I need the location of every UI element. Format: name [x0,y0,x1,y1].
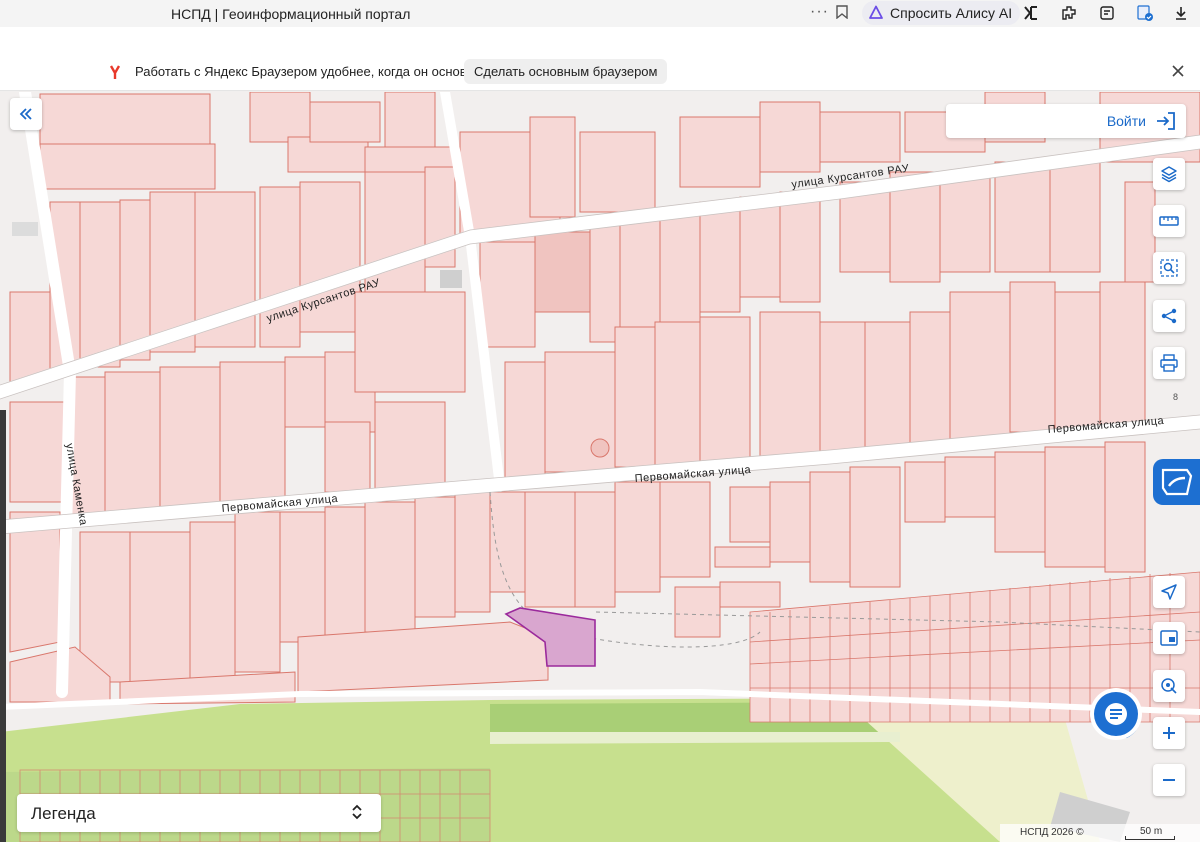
circle-structure [590,438,610,458]
page-scrollbar[interactable] [0,410,6,842]
house-number: 8 [1173,392,1178,402]
zoom-out-icon [1163,779,1175,781]
collapse-sidebar-button[interactable] [10,98,42,130]
basemap-button[interactable] [1153,622,1185,654]
login-button[interactable]: Войти [946,104,1186,138]
yandex-logo-icon [106,63,124,81]
layers-icon [1161,166,1177,183]
rosreestr-icon [1161,468,1192,496]
alice-button[interactable]: Спросить Алису AI [862,1,1021,25]
navigate-button[interactable] [1153,576,1185,608]
collections-icon[interactable] [1098,4,1116,22]
scale-bar [1125,836,1175,840]
area-search-button[interactable] [1153,252,1185,284]
zoom-in-button[interactable] [1153,717,1185,749]
kaspersky-icon[interactable] [1022,4,1040,22]
area-search-icon [1160,259,1178,277]
map-canvas[interactable]: улица Курсантов РАУ улица Курсантов РАУ … [0,92,1200,842]
login-label: Войти [1106,113,1146,129]
share-button[interactable] [1153,300,1185,332]
copyright-text: НСПД 2026 © [1020,827,1084,838]
chat-button[interactable] [1082,680,1150,748]
zoom-out-button[interactable] [1153,764,1185,796]
chevron-up-down-icon [352,804,362,820]
layers-button[interactable] [1153,158,1185,190]
navigate-icon [1161,584,1177,600]
geolocation-icon [1161,678,1177,694]
legend-select[interactable]: Легенда [17,794,381,832]
chat-icon [1105,703,1127,725]
zoom-in-icon [1163,727,1175,739]
alice-icon [869,5,883,19]
bookmark-icon[interactable] [836,5,848,19]
print-button[interactable] [1153,347,1185,379]
login-icon [1157,112,1175,130]
light-strip [490,732,900,744]
cadastral-map[interactable]: улица Курсантов РАУ улица Курсантов РАУ … [0,92,1200,842]
ruler-icon [1159,216,1179,226]
collapse-left-icon [19,108,32,120]
building-gray-left [12,222,38,236]
default-browser-infobar: Работать с Яндекс Браузером удобнее, ког… [0,27,1200,91]
geolocation-button[interactable] [1153,670,1185,702]
rosreestr-button[interactable] [1153,459,1200,505]
building-gray [440,270,462,288]
basemap-icon [1160,630,1178,646]
browser-titlebar: НСПД | Геоинформационный портал ··· Спро… [0,0,1200,27]
download-icon[interactable] [1172,4,1190,22]
make-default-button[interactable]: Сделать основным браузером [464,59,668,84]
protect-icon[interactable] [1136,4,1154,22]
more-menu-button[interactable]: ··· [810,3,829,21]
map-attribution: НСПД 2026 © 50 m [1000,824,1200,842]
tab-title: НСПД | Геоинформационный портал [171,6,411,22]
share-icon [1161,308,1177,324]
extensions-icon[interactable] [1060,4,1078,22]
alice-label: Спросить Алису AI [890,5,1013,21]
ruler-button[interactable] [1153,205,1185,237]
print-icon [1160,354,1178,372]
infobar-message: Работать с Яндекс Браузером удобнее, ког… [135,64,489,79]
legend-label: Легенда [31,804,96,823]
close-icon[interactable] [1172,65,1184,77]
